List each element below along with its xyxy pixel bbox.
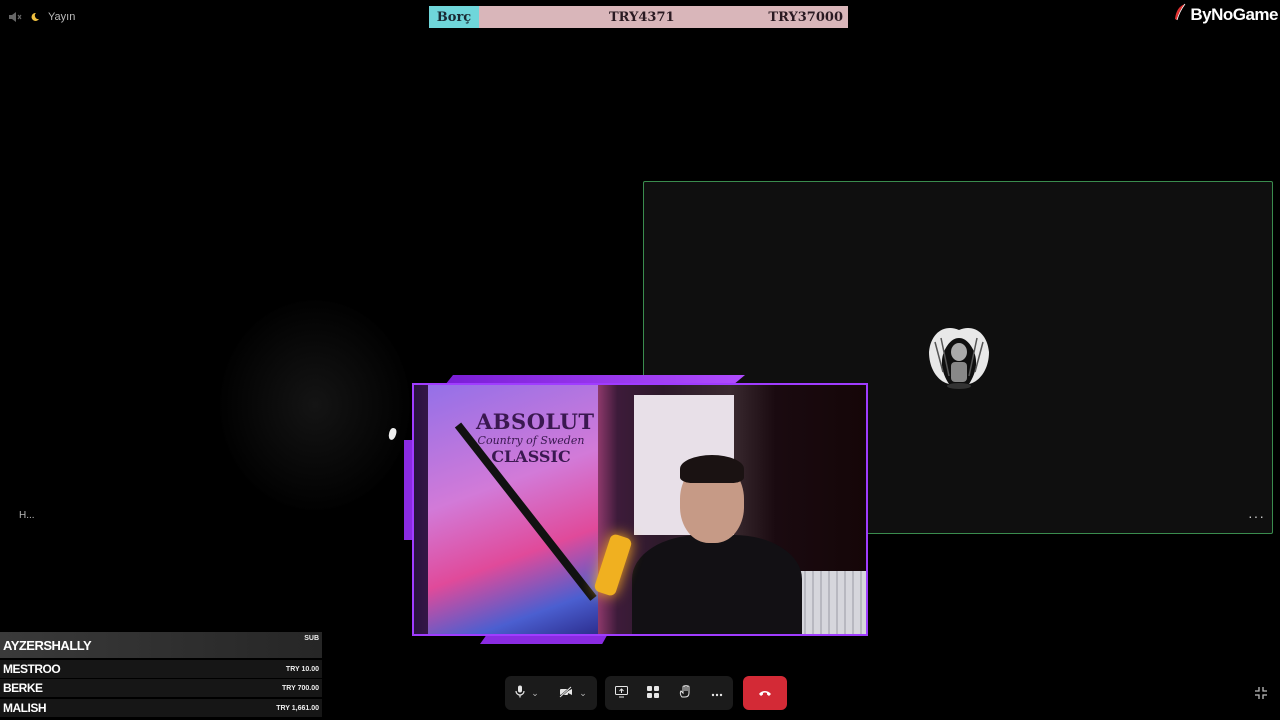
event-row: MALISH TRY 1,661.00 [0, 699, 322, 717]
streamer-webcam: ABSOLUT Country of Sweden CLASSIC [412, 383, 868, 636]
share-screen-icon [614, 685, 628, 701]
event-amount: SUB [304, 635, 319, 642]
brand-logo: ByNoGame [1173, 3, 1278, 26]
event-name: MESTROO [3, 662, 61, 676]
event-name: AYZERSHALLY [3, 637, 92, 653]
recent-events-list: AYZERSHALLY SUB MESTROO TRY 10.00 BERKE … [0, 632, 322, 720]
microphone-button[interactable]: ⌄ [515, 685, 539, 701]
feather-logo-icon [1173, 3, 1187, 26]
poster-line2: Country of Sweden [477, 434, 585, 447]
debt-target-amount: TRY37000 [768, 9, 843, 25]
speaker-muted-icon[interactable] [8, 11, 22, 23]
microphone-icon [515, 685, 525, 701]
event-name: BERKE [3, 681, 43, 695]
top-left-status: Yayın [8, 8, 75, 26]
media-controls-group: ⌄ ⌄ [505, 676, 597, 710]
debt-progress-bar: Borç TRY4371 TRY37000 [429, 6, 848, 28]
microphone-prop [593, 533, 633, 597]
moon-icon [30, 12, 40, 22]
debt-label: Borç [429, 6, 479, 28]
left-participant-video [220, 300, 410, 510]
chevron-down-icon[interactable]: ⌄ [579, 688, 587, 699]
debt-current-amount: TRY4371 [609, 9, 675, 25]
event-amount: TRY 1,661.00 [276, 704, 319, 712]
leave-call-button[interactable] [743, 676, 787, 710]
poster-line1: ABSOLUT [476, 409, 595, 434]
tile-more-button[interactable]: ··· [1248, 508, 1265, 524]
apps-button[interactable] [647, 685, 660, 701]
event-row: BERKE TRY 700.00 [0, 679, 322, 697]
event-name: MALISH [3, 701, 47, 715]
share-screen-button[interactable] [614, 685, 628, 701]
call-controls: ⌄ ⌄ [505, 676, 789, 710]
stream-status-label: Yayın [48, 11, 76, 23]
exit-fullscreen-icon [1254, 687, 1268, 704]
streamer-hair [680, 455, 744, 483]
event-row: MESTROO TRY 10.00 [0, 660, 322, 678]
apps-icon [647, 685, 660, 701]
event-amount: TRY 10.00 [285, 665, 319, 673]
streamer-body [632, 535, 802, 634]
event-row: AYZERSHALLY SUB [0, 632, 322, 658]
event-amount: TRY 700.00 [282, 684, 319, 692]
leave-call-icon [758, 684, 772, 702]
camera-button[interactable]: ⌄ [559, 685, 587, 701]
raise-hand-icon [679, 684, 692, 701]
exit-fullscreen-button[interactable] [1254, 686, 1268, 705]
left-participant-name: H... [19, 510, 35, 521]
share-controls-group [605, 676, 733, 710]
winged-angel-avatar [925, 322, 993, 392]
camera-off-icon [559, 685, 573, 701]
more-options-button[interactable] [711, 686, 723, 700]
chevron-down-icon[interactable]: ⌄ [531, 688, 539, 699]
poster-text: ABSOLUT Country of Sweden CLASSIC [476, 409, 595, 466]
raise-hand-button[interactable] [679, 684, 692, 701]
more-icon [711, 686, 723, 700]
brand-name: ByNoGame [1190, 4, 1278, 24]
